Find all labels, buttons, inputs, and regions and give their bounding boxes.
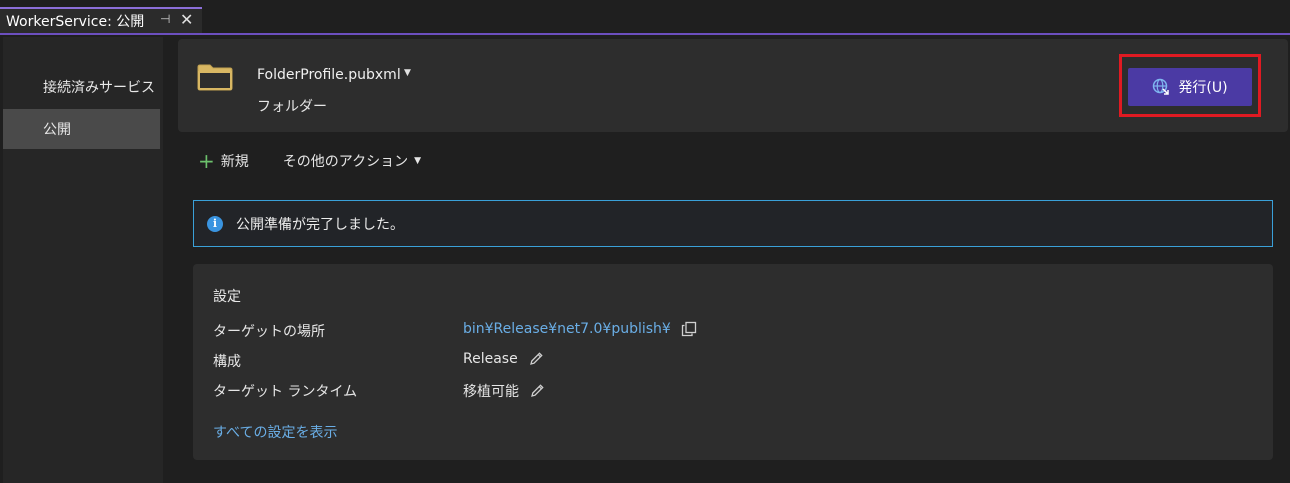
- publish-profile-card: FolderProfile.pubxml ▼ フォルダー 発行(U): [178, 39, 1288, 132]
- sidebar-item-label: 接続済みサービス: [43, 80, 155, 96]
- sidebar: 接続済みサービス 公開: [3, 37, 163, 483]
- pin-icon[interactable]: ⊣: [160, 12, 170, 26]
- document-tab[interactable]: WorkerService: 公開 ⊣ ✕: [0, 7, 202, 33]
- show-all-settings-link[interactable]: すべての設定を表示: [213, 422, 337, 442]
- info-icon: i: [207, 215, 223, 232]
- pencil-icon[interactable]: [528, 351, 544, 367]
- profile-selector[interactable]: FolderProfile.pubxml: [257, 67, 401, 83]
- publish-button-label: 発行(U): [1178, 80, 1228, 96]
- pencil-icon[interactable]: [529, 383, 545, 399]
- document-tab-strip: WorkerService: 公開 ⊣ ✕: [0, 0, 1290, 35]
- copy-icon[interactable]: [681, 321, 697, 337]
- chevron-down-icon: ▼: [414, 156, 421, 166]
- main-panel: FolderProfile.pubxml ▼ フォルダー 発行(U) + 新規 …: [163, 37, 1290, 483]
- plus-icon: +: [198, 149, 215, 173]
- new-profile-button[interactable]: + 新規: [198, 151, 249, 171]
- target-location-link[interactable]: bin¥Release¥net7.0¥publish¥: [463, 321, 671, 337]
- chevron-down-icon[interactable]: ▼: [404, 68, 411, 78]
- new-profile-label: 新規: [220, 154, 249, 170]
- info-bar: i 公開準備が完了しました。: [193, 200, 1273, 247]
- configuration-text: Release: [463, 351, 518, 367]
- sidebar-item-connected-services[interactable]: 接続済みサービス: [3, 67, 160, 107]
- tab-title: WorkerService: 公開: [6, 14, 145, 30]
- close-icon[interactable]: ✕: [180, 10, 193, 29]
- folder-icon: [197, 64, 233, 91]
- profile-target-type: フォルダー: [257, 99, 327, 115]
- sidebar-item-publish[interactable]: 公開: [3, 109, 160, 149]
- target-runtime-text: 移植可能: [463, 384, 519, 400]
- more-actions-button[interactable]: その他のアクション ▼: [283, 151, 421, 171]
- target-location-label: ターゲットの場所: [213, 324, 325, 340]
- info-message: 公開準備が完了しました。: [236, 216, 404, 233]
- configuration-value: Release: [463, 351, 544, 367]
- target-location-value: bin¥Release¥net7.0¥publish¥: [463, 321, 697, 337]
- sidebar-item-label: 公開: [43, 122, 71, 138]
- globe-icon: [1153, 78, 1170, 95]
- target-runtime-value: 移植可能: [463, 381, 545, 401]
- configuration-label: 構成: [213, 354, 241, 370]
- settings-card: 設定 ターゲットの場所 bin¥Release¥net7.0¥publish¥ …: [193, 264, 1273, 460]
- settings-title: 設定: [213, 289, 241, 305]
- more-actions-label: その他のアクション: [282, 154, 409, 170]
- tab-underline: [0, 33, 1290, 35]
- target-runtime-label: ターゲット ランタイム: [213, 384, 358, 400]
- publish-button[interactable]: 発行(U): [1128, 68, 1252, 106]
- action-bar: + 新規 その他のアクション ▼: [198, 150, 421, 172]
